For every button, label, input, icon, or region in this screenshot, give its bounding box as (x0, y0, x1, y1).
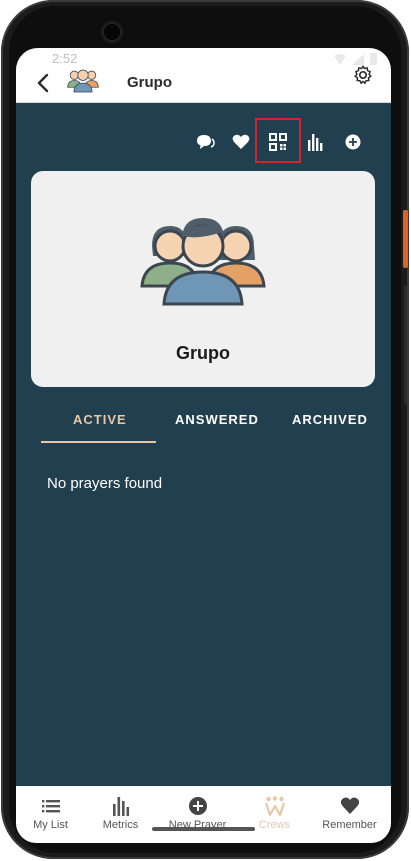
group-name: Grupo (176, 343, 230, 363)
group-avatar-icon (67, 69, 99, 93)
heart-icon[interactable] (230, 131, 252, 153)
active-tab-indicator (41, 441, 156, 443)
qr-code-icon[interactable] (267, 131, 289, 153)
list-icon (41, 800, 60, 813)
crew-icon (264, 796, 285, 816)
bottom-navigation: My List Metrics New Prayer Crews Remembe… (16, 786, 391, 843)
empty-state-message: No prayers found (47, 475, 163, 492)
app-header: Grupo (16, 65, 391, 103)
signal-icon (352, 53, 364, 65)
power-button (403, 210, 408, 268)
tab-active[interactable]: ACTIVE (73, 412, 127, 427)
nav-label-my-list: My List (33, 819, 68, 831)
tab-archived[interactable]: ARCHIVED (292, 412, 368, 427)
group-people-icon (140, 218, 266, 306)
group-card: Grupo (31, 171, 375, 387)
gear-icon[interactable] (352, 64, 374, 86)
home-indicator[interactable] (152, 827, 255, 831)
back-arrow-icon[interactable] (36, 72, 50, 94)
nav-crews[interactable]: Crews (237, 796, 312, 831)
bar-chart-icon (112, 797, 129, 816)
header-title: Grupo (127, 74, 172, 91)
prayer-tabs: ACTIVE ANSWERED ARCHIVED (16, 400, 391, 444)
wifi-icon (334, 53, 346, 65)
app-screen: 2:52 Grupo Grupo ACTIVE ANSWERED ARCHIVE… (16, 48, 391, 843)
plus-circle-icon (188, 797, 207, 815)
heart-icon (340, 797, 359, 814)
front-camera (104, 24, 120, 40)
chat-icon[interactable] (194, 131, 216, 153)
nav-new-prayer[interactable]: New Prayer (160, 796, 235, 831)
nav-metrics[interactable]: Metrics (83, 796, 158, 831)
nav-label-metrics: Metrics (102, 819, 139, 831)
add-circle-icon[interactable] (342, 131, 364, 153)
tab-answered[interactable]: ANSWERED (175, 412, 259, 427)
nav-my-list[interactable]: My List (16, 796, 88, 831)
volume-button (404, 285, 407, 405)
nav-remember[interactable]: Remember (312, 796, 387, 831)
group-actions-bar (16, 118, 391, 169)
nav-label-remember: Remember (322, 819, 377, 831)
metrics-icon[interactable] (305, 131, 327, 153)
